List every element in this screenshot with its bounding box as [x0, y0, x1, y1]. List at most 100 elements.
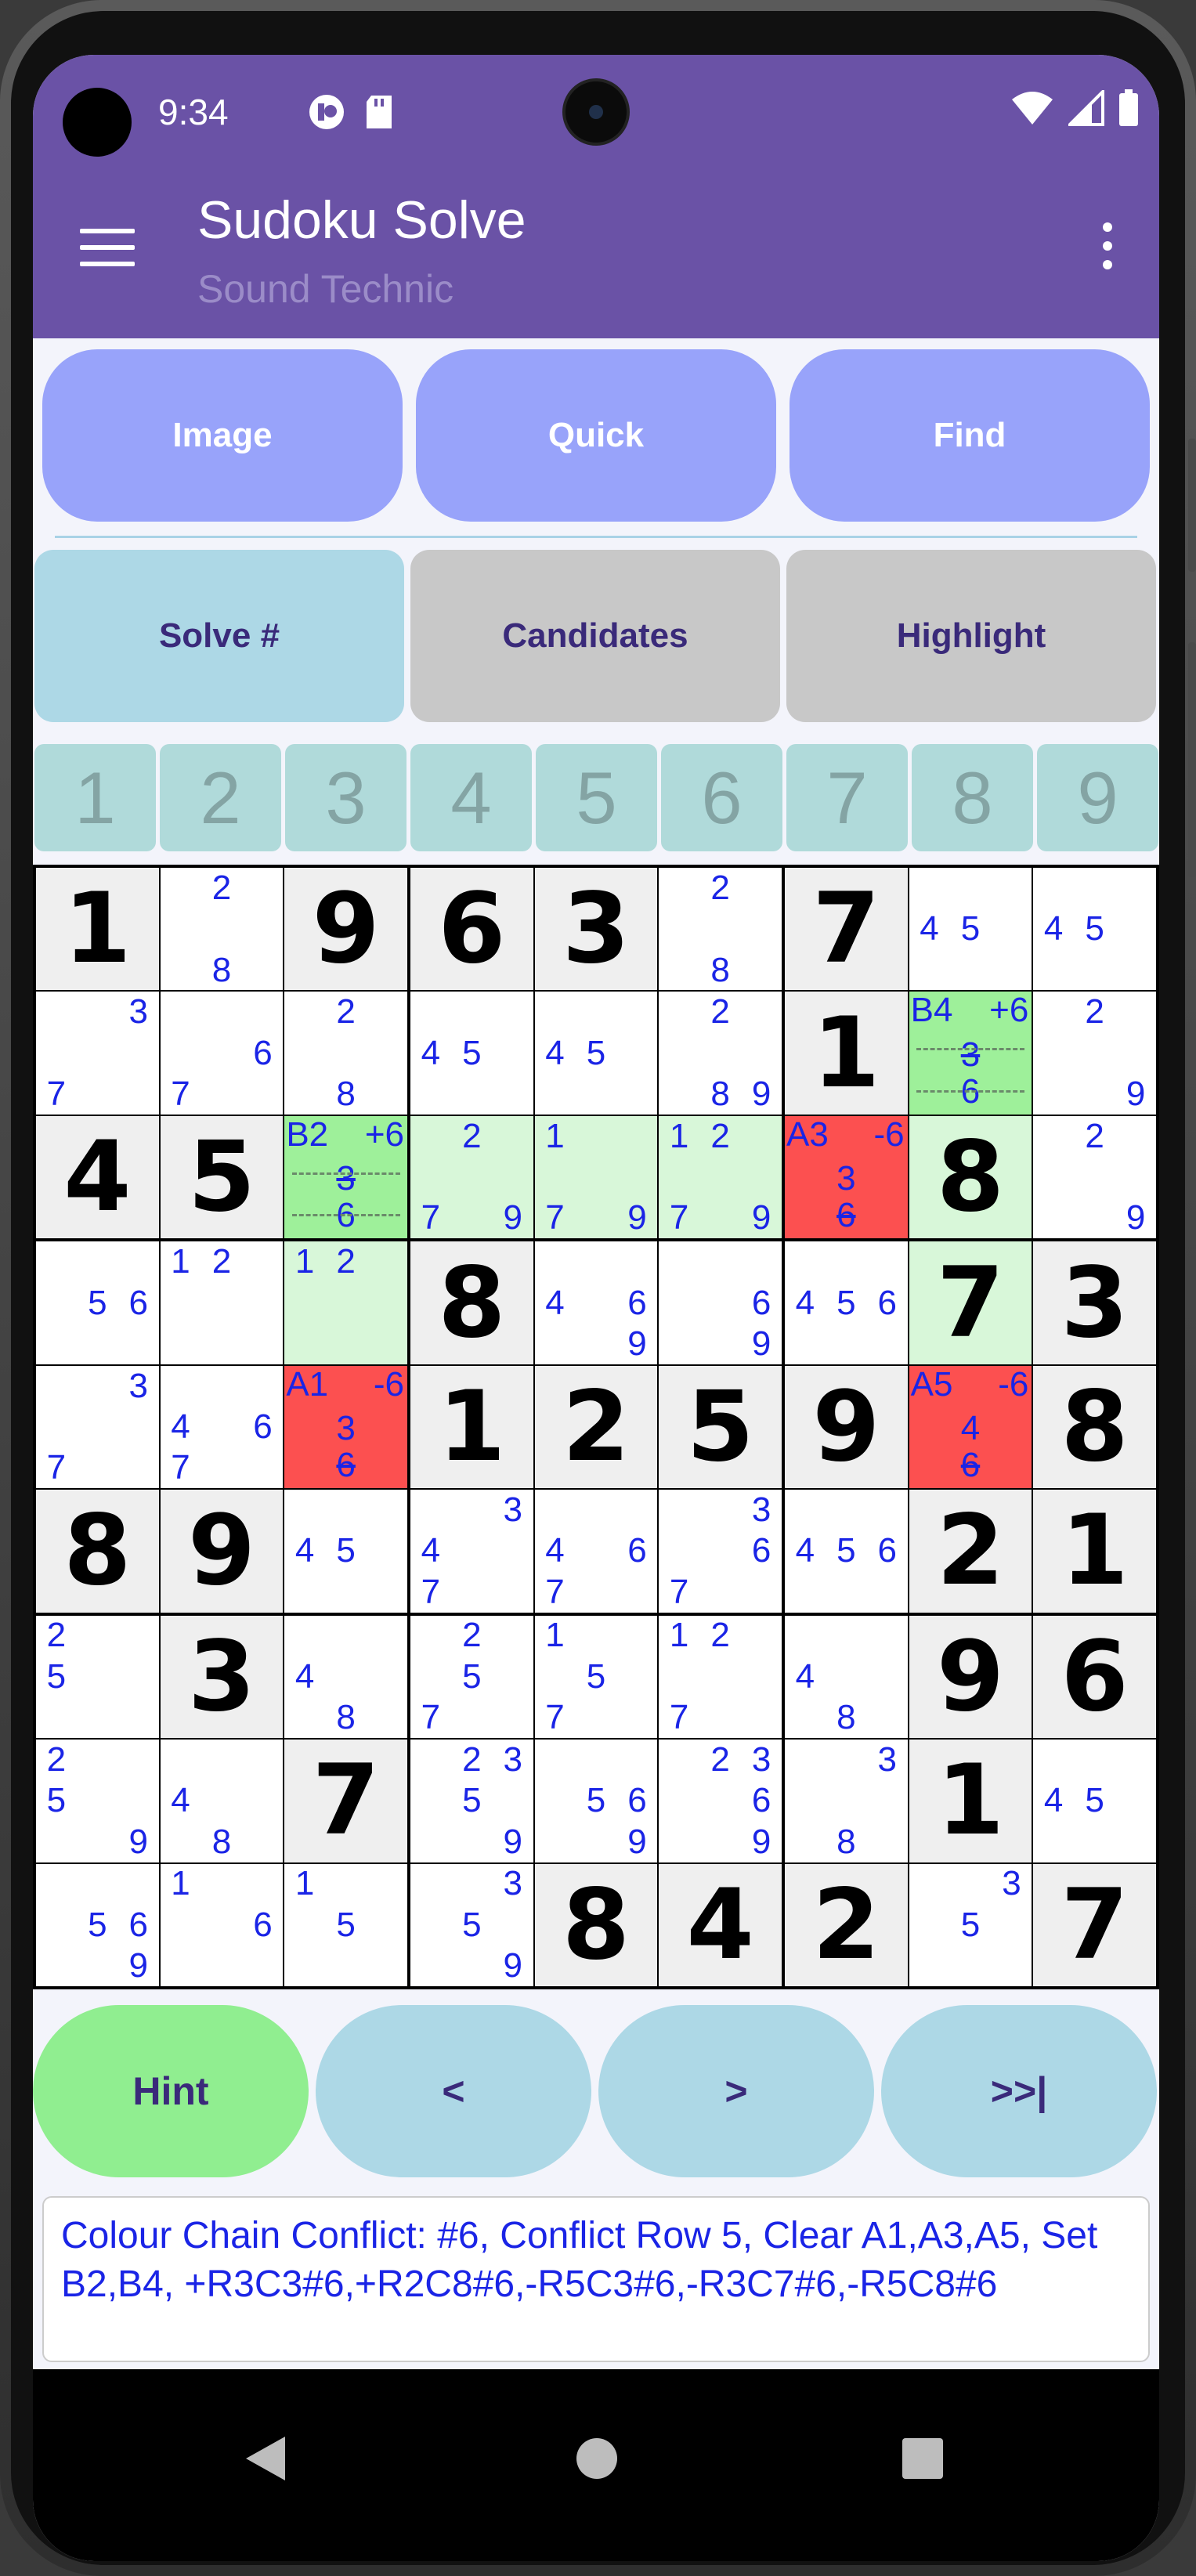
cell-r7c6[interactable]: 12 7: [659, 1615, 782, 1739]
cell-r4c6[interactable]: 69: [659, 1241, 782, 1364]
cell-r5c4[interactable]: 1: [410, 1365, 533, 1489]
cell-r6c8[interactable]: 2: [909, 1490, 1032, 1613]
menu-icon[interactable]: [80, 229, 135, 268]
cell-r2c1[interactable]: 37: [36, 992, 159, 1115]
number-button-5[interactable]: 5: [536, 744, 657, 851]
number-button-4[interactable]: 4: [410, 744, 532, 851]
previous-step-button[interactable]: <: [316, 2005, 591, 2177]
home-icon[interactable]: [576, 2438, 617, 2479]
cell-r1c2[interactable]: 28: [160, 868, 284, 991]
cell-r9c2[interactable]: 16: [160, 1863, 284, 1986]
number-button-8[interactable]: 8: [912, 744, 1033, 851]
cell-r1c3[interactable]: 9: [284, 868, 407, 991]
cell-r5c3[interactable]: A1 -6 3 6: [284, 1365, 407, 1489]
cell-r5c1[interactable]: 37: [36, 1365, 159, 1489]
cell-r4c7[interactable]: 456: [785, 1241, 908, 1364]
cell-r8c8[interactable]: 1: [909, 1740, 1032, 1862]
cell-r6c5[interactable]: 4 6 7: [534, 1490, 658, 1613]
cell-r2c9[interactable]: 29: [1033, 992, 1156, 1115]
number-button-6[interactable]: 6: [661, 744, 782, 851]
number-button-7[interactable]: 7: [786, 744, 908, 851]
find-button[interactable]: Find: [790, 349, 1150, 522]
cell-r2c2[interactable]: 67: [160, 992, 284, 1115]
cell-r3c2[interactable]: 5: [160, 1115, 284, 1239]
highlight-button[interactable]: Highlight: [786, 550, 1156, 722]
cell-r9c4[interactable]: 359: [410, 1863, 533, 1986]
cell-r6c3[interactable]: 45: [284, 1490, 407, 1613]
cell-r7c1[interactable]: 25: [36, 1615, 159, 1739]
cell-r5c6[interactable]: 5: [659, 1365, 782, 1489]
cell-r1c7[interactable]: 7: [785, 868, 908, 991]
cell-r9c7[interactable]: 2: [785, 1863, 908, 1986]
cell-r3c8[interactable]: 8: [909, 1115, 1032, 1239]
cell-r3c5[interactable]: 1 7 9: [534, 1115, 658, 1239]
cell-r6c4[interactable]: 3 47: [410, 1490, 533, 1613]
cell-r9c8[interactable]: 35: [909, 1863, 1032, 1986]
cell-r6c7[interactable]: 456: [785, 1490, 908, 1613]
cell-r2c6[interactable]: 2 89: [659, 992, 782, 1115]
cell-r4c2[interactable]: 12: [160, 1241, 284, 1364]
overflow-menu-icon[interactable]: [1103, 222, 1112, 279]
cell-r4c8[interactable]: 7: [909, 1241, 1032, 1364]
cell-r2c8[interactable]: B4 +6 3 6: [909, 992, 1032, 1115]
quick-button[interactable]: Quick: [416, 349, 776, 522]
cell-r8c2[interactable]: 48: [160, 1740, 284, 1862]
cell-r3c3[interactable]: B2 +6 3 6: [284, 1115, 407, 1239]
cell-r2c3[interactable]: 28: [284, 992, 407, 1115]
cell-r5c2[interactable]: 4 6 7: [160, 1365, 284, 1489]
cell-r9c6[interactable]: 4: [659, 1863, 782, 1986]
cell-r8c1[interactable]: 25 9: [36, 1740, 159, 1862]
cell-r8c4[interactable]: 2359: [410, 1740, 533, 1862]
number-button-9[interactable]: 9: [1037, 744, 1158, 851]
cell-r7c8[interactable]: 9: [909, 1615, 1032, 1739]
cell-r7c3[interactable]: 48: [284, 1615, 407, 1739]
cell-r6c1[interactable]: 8: [36, 1490, 159, 1613]
cell-r5c8[interactable]: A5 -6 4 6: [909, 1365, 1032, 1489]
cell-r3c9[interactable]: 29: [1033, 1115, 1156, 1239]
cell-r4c4[interactable]: 8: [410, 1241, 533, 1364]
cell-r1c9[interactable]: 45: [1033, 868, 1156, 991]
back-icon[interactable]: [246, 2437, 285, 2480]
hint-button[interactable]: Hint: [33, 2005, 309, 2177]
cell-r9c9[interactable]: 7: [1033, 1863, 1156, 1986]
cell-r1c5[interactable]: 3: [534, 868, 658, 991]
cell-r5c7[interactable]: 9: [785, 1365, 908, 1489]
cell-r5c5[interactable]: 2: [534, 1365, 658, 1489]
cell-r2c4[interactable]: 45: [410, 992, 533, 1115]
cell-r7c2[interactable]: 3: [160, 1615, 284, 1739]
cell-r7c9[interactable]: 6: [1033, 1615, 1156, 1739]
cell-r4c3[interactable]: 12: [284, 1241, 407, 1364]
number-button-3[interactable]: 3: [285, 744, 406, 851]
cell-r6c9[interactable]: 1: [1033, 1490, 1156, 1613]
cell-r8c9[interactable]: 45: [1033, 1740, 1156, 1862]
cell-r4c5[interactable]: 4 69: [534, 1241, 658, 1364]
number-button-2[interactable]: 2: [160, 744, 281, 851]
cell-r1c1[interactable]: 1: [36, 868, 159, 991]
candidates-button[interactable]: Candidates: [410, 550, 780, 722]
cell-r5c9[interactable]: 8: [1033, 1365, 1156, 1489]
cell-r4c1[interactable]: 56: [36, 1241, 159, 1364]
number-button-1[interactable]: 1: [34, 744, 156, 851]
cell-r8c3[interactable]: 7: [284, 1740, 407, 1862]
cell-r1c4[interactable]: 6: [410, 868, 533, 991]
cell-r1c8[interactable]: 45: [909, 868, 1032, 991]
image-button[interactable]: Image: [42, 349, 403, 522]
cell-r3c7[interactable]: A3 -6 3 6: [785, 1115, 908, 1239]
cell-r8c5[interactable]: 569: [534, 1740, 658, 1862]
cell-r7c4[interactable]: 257: [410, 1615, 533, 1739]
cell-r3c4[interactable]: 2 7 9: [410, 1115, 533, 1239]
cell-r9c1[interactable]: 569: [36, 1863, 159, 1986]
cell-r9c3[interactable]: 15: [284, 1863, 407, 1986]
cell-r8c6[interactable]: 2369: [659, 1740, 782, 1862]
recent-apps-icon[interactable]: [902, 2438, 943, 2479]
cell-r7c5[interactable]: 157: [534, 1615, 658, 1739]
next-step-button[interactable]: >: [598, 2005, 874, 2177]
cell-r9c5[interactable]: 8: [534, 1863, 658, 1986]
cell-r2c7[interactable]: 1: [785, 992, 908, 1115]
cell-r1c6[interactable]: 28: [659, 868, 782, 991]
cell-r8c7[interactable]: 38: [785, 1740, 908, 1862]
cell-r3c1[interactable]: 4: [36, 1115, 159, 1239]
cell-r6c2[interactable]: 9: [160, 1490, 284, 1613]
cell-r2c5[interactable]: 45: [534, 992, 658, 1115]
skip-to-end-button[interactable]: >>|: [881, 2005, 1157, 2177]
